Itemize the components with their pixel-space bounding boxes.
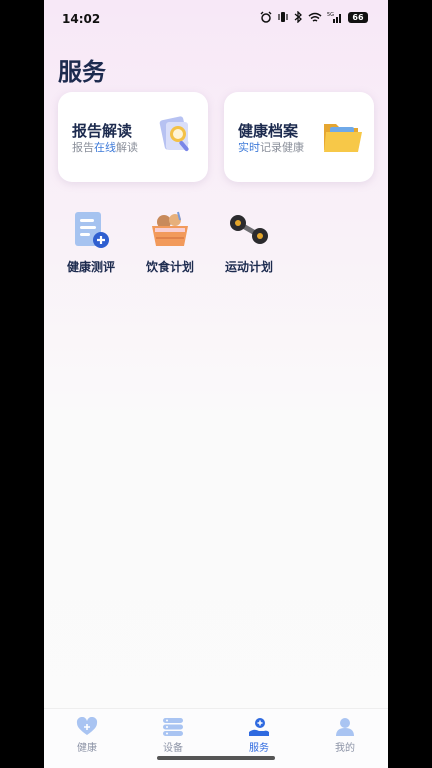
device-icon [163, 718, 183, 736]
vibrate-icon [278, 12, 288, 22]
report-search-icon [159, 116, 189, 152]
health-record-card[interactable]: 健康档案 实时记录健康 [224, 92, 374, 182]
services-grid: 健康测评 饮食计划 运动计划 [58, 208, 282, 275]
signal-icon: 5G [327, 12, 341, 23]
wifi-icon [308, 12, 322, 22]
alarm-icon [260, 11, 272, 23]
service-diet-plan[interactable]: 饮食计划 [137, 208, 203, 275]
bluetooth-icon [294, 11, 302, 23]
svg-text:5G: 5G [327, 12, 334, 18]
status-time: 14:02 [62, 12, 101, 26]
card-title: 健康档案 [238, 122, 299, 140]
page-title: 服务 [58, 58, 106, 86]
folder-icon [324, 124, 362, 152]
report-interpretation-card[interactable]: 报告解读 报告在线解读 [58, 92, 208, 182]
tab-label: 服务 [249, 743, 269, 754]
battery-indicator: 66 [348, 11, 368, 23]
service-label: 运动计划 [224, 260, 273, 274]
tab-health[interactable]: 健康 [44, 709, 130, 768]
service-label: 健康测评 [66, 260, 115, 274]
status-bar: 14:02 5G 66 [44, 0, 388, 38]
dumbbell-icon [230, 215, 268, 244]
heart-icon [76, 717, 98, 735]
food-basket-icon [152, 211, 188, 246]
home-indicator[interactable] [157, 756, 275, 760]
user-icon [336, 718, 354, 736]
tab-label: 我的 [335, 743, 355, 754]
tab-mine[interactable]: 我的 [302, 709, 388, 768]
service-label: 饮食计划 [145, 260, 194, 274]
card-subtitle: 实时记录健康 [238, 141, 304, 154]
tab-label: 健康 [77, 743, 97, 754]
service-hand-icon [249, 718, 269, 736]
card-title: 报告解读 [72, 122, 133, 140]
app-screen: 14:02 5G 66 服务 报告解读 报告在线解读 健康档案 实时记录健康 健… [44, 0, 388, 768]
service-exercise-plan[interactable]: 运动计划 [216, 208, 282, 275]
service-health-assessment[interactable]: 健康测评 [58, 208, 124, 275]
card-subtitle: 报告在线解读 [72, 141, 138, 154]
health-assessment-icon [75, 212, 109, 248]
tab-label: 设备 [163, 743, 183, 754]
status-icons: 5G 66 [260, 11, 368, 23]
